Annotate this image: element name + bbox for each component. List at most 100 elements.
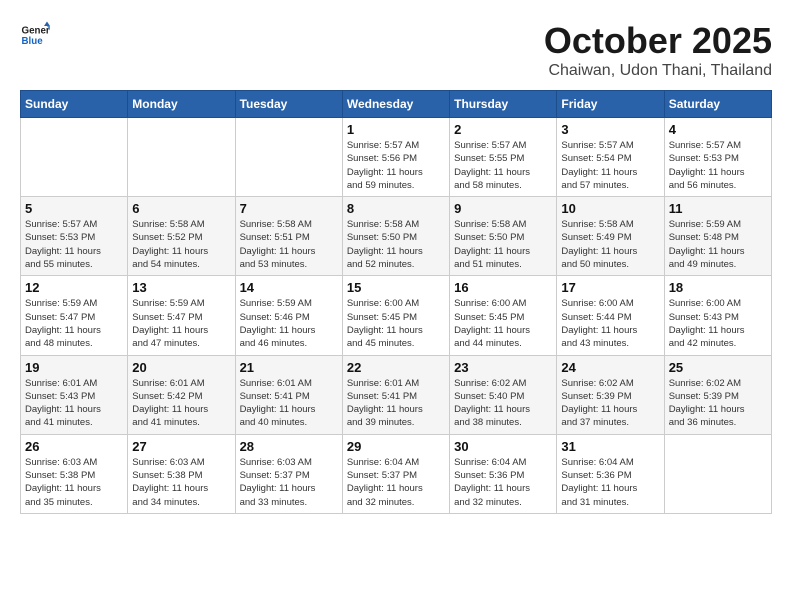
month-title: October 2025 bbox=[544, 20, 772, 62]
calendar-cell: 17Sunrise: 6:00 AM Sunset: 5:44 PM Dayli… bbox=[557, 276, 664, 355]
weekday-header-tuesday: Tuesday bbox=[235, 91, 342, 118]
day-number: 19 bbox=[25, 360, 123, 375]
day-info: Sunrise: 5:57 AM Sunset: 5:56 PM Dayligh… bbox=[347, 139, 445, 192]
logo-icon: General Blue bbox=[20, 20, 50, 50]
day-info: Sunrise: 5:59 AM Sunset: 5:47 PM Dayligh… bbox=[132, 297, 230, 350]
day-info: Sunrise: 5:59 AM Sunset: 5:47 PM Dayligh… bbox=[25, 297, 123, 350]
day-number: 5 bbox=[25, 201, 123, 216]
calendar-cell: 25 Sunrise: 6:02 AM Sunset: 5:39 PM Dayli… bbox=[664, 355, 771, 434]
page-header: General Blue General Blue October 2025 C… bbox=[20, 20, 772, 80]
week-row-1: 1 Sunrise: 5:57 AM Sunset: 5:56 PM Daylig… bbox=[21, 118, 772, 197]
title-block: October 2025 Chaiwan, Udon Thani, Thaila… bbox=[544, 20, 772, 80]
day-number: 3 bbox=[561, 122, 659, 137]
day-info: Sunrise: 5:58 AM Sunset: 5:49 PM Dayligh… bbox=[561, 218, 659, 271]
calendar-cell: 16 Sunrise: 6:00 AM Sunset: 5:45 PM Dayli… bbox=[450, 276, 557, 355]
day-info: Sunrise: 5:58 AM Sunset: 5:50 PM Dayligh… bbox=[454, 218, 552, 271]
calendar-cell: 4 Sunrise: 5:57 AM Sunset: 5:53 PM Daylig… bbox=[664, 118, 771, 197]
day-info: Sunrise: 6:00 AM Sunset: 5:43 PM Dayligh… bbox=[669, 297, 767, 350]
calendar-cell: 27 Sunrise: 6:03 AM Sunset: 5:38 PM Dayli… bbox=[128, 434, 235, 513]
day-number: 7 bbox=[240, 201, 338, 216]
day-number: 11 bbox=[669, 201, 767, 216]
calendar-cell bbox=[21, 118, 128, 197]
day-number: 8 bbox=[347, 201, 445, 216]
day-number: 30 bbox=[454, 439, 552, 454]
calendar-cell: 15 Sunrise: 6:00 AM Sunset: 5:45 PM Dayli… bbox=[342, 276, 449, 355]
day-info: Sunrise: 6:00 AM Sunset: 5:44 PM Dayligh… bbox=[561, 297, 659, 350]
weekday-header-friday: Friday bbox=[557, 91, 664, 118]
svg-text:General: General bbox=[22, 26, 51, 37]
day-number: 13 bbox=[132, 280, 230, 295]
day-number: 6 bbox=[132, 201, 230, 216]
day-info: Sunrise: 6:01 AM Sunset: 5:41 PM Dayligh… bbox=[347, 377, 445, 430]
day-info: Sunrise: 6:02 AM Sunset: 5:39 PM Dayligh… bbox=[669, 377, 767, 430]
day-number: 27 bbox=[132, 439, 230, 454]
day-number: 21 bbox=[240, 360, 338, 375]
calendar-cell: 14Sunrise: 5:59 AM Sunset: 5:46 PM Dayli… bbox=[235, 276, 342, 355]
day-number: 24 bbox=[561, 360, 659, 375]
week-row-3: 12Sunrise: 5:59 AM Sunset: 5:47 PM Dayli… bbox=[21, 276, 772, 355]
day-number: 20 bbox=[132, 360, 230, 375]
calendar-cell: 12Sunrise: 5:59 AM Sunset: 5:47 PM Dayli… bbox=[21, 276, 128, 355]
day-info: Sunrise: 5:59 AM Sunset: 5:48 PM Dayligh… bbox=[669, 218, 767, 271]
calendar-cell: 5 Sunrise: 5:57 AM Sunset: 5:53 PM Daylig… bbox=[21, 197, 128, 276]
weekday-header-sunday: Sunday bbox=[21, 91, 128, 118]
calendar-cell: 11 Sunrise: 5:59 AM Sunset: 5:48 PM Dayli… bbox=[664, 197, 771, 276]
day-info: Sunrise: 5:58 AM Sunset: 5:50 PM Dayligh… bbox=[347, 218, 445, 271]
day-info: Sunrise: 6:01 AM Sunset: 5:43 PM Dayligh… bbox=[25, 377, 123, 430]
calendar-cell: 22Sunrise: 6:01 AM Sunset: 5:41 PM Dayli… bbox=[342, 355, 449, 434]
day-number: 25 bbox=[669, 360, 767, 375]
calendar-cell: 30 Sunrise: 6:04 AM Sunset: 5:36 PM Dayli… bbox=[450, 434, 557, 513]
day-info: Sunrise: 5:58 AM Sunset: 5:51 PM Dayligh… bbox=[240, 218, 338, 271]
calendar-cell bbox=[128, 118, 235, 197]
day-info: Sunrise: 5:57 AM Sunset: 5:54 PM Dayligh… bbox=[561, 139, 659, 192]
day-number: 1 bbox=[347, 122, 445, 137]
calendar-cell bbox=[235, 118, 342, 197]
calendar-cell: 3 Sunrise: 5:57 AM Sunset: 5:54 PM Daylig… bbox=[557, 118, 664, 197]
weekday-header-thursday: Thursday bbox=[450, 91, 557, 118]
week-row-2: 5 Sunrise: 5:57 AM Sunset: 5:53 PM Daylig… bbox=[21, 197, 772, 276]
day-info: Sunrise: 6:02 AM Sunset: 5:39 PM Dayligh… bbox=[561, 377, 659, 430]
day-info: Sunrise: 5:57 AM Sunset: 5:53 PM Dayligh… bbox=[669, 139, 767, 192]
day-info: Sunrise: 6:00 AM Sunset: 5:45 PM Dayligh… bbox=[347, 297, 445, 350]
day-info: Sunrise: 5:57 AM Sunset: 5:53 PM Dayligh… bbox=[25, 218, 123, 271]
calendar-cell: 18Sunrise: 6:00 AM Sunset: 5:43 PM Dayli… bbox=[664, 276, 771, 355]
calendar-cell: 29 Sunrise: 6:04 AM Sunset: 5:37 PM Dayli… bbox=[342, 434, 449, 513]
day-info: Sunrise: 6:04 AM Sunset: 5:36 PM Dayligh… bbox=[561, 456, 659, 509]
day-number: 10 bbox=[561, 201, 659, 216]
calendar-cell: 9 Sunrise: 5:58 AM Sunset: 5:50 PM Daylig… bbox=[450, 197, 557, 276]
calendar-cell: 31 Sunrise: 6:04 AM Sunset: 5:36 PM Dayli… bbox=[557, 434, 664, 513]
day-number: 15 bbox=[347, 280, 445, 295]
day-info: Sunrise: 6:04 AM Sunset: 5:36 PM Dayligh… bbox=[454, 456, 552, 509]
day-info: Sunrise: 6:01 AM Sunset: 5:42 PM Dayligh… bbox=[132, 377, 230, 430]
day-info: Sunrise: 6:03 AM Sunset: 5:38 PM Dayligh… bbox=[132, 456, 230, 509]
calendar-cell: 8 Sunrise: 5:58 AM Sunset: 5:50 PM Daylig… bbox=[342, 197, 449, 276]
day-info: Sunrise: 6:04 AM Sunset: 5:37 PM Dayligh… bbox=[347, 456, 445, 509]
calendar-cell: 6 Sunrise: 5:58 AM Sunset: 5:52 PM Daylig… bbox=[128, 197, 235, 276]
weekday-header-monday: Monday bbox=[128, 91, 235, 118]
logo: General Blue General Blue bbox=[20, 20, 50, 50]
day-number: 4 bbox=[669, 122, 767, 137]
day-number: 9 bbox=[454, 201, 552, 216]
calendar-cell: 7 Sunrise: 5:58 AM Sunset: 5:51 PM Daylig… bbox=[235, 197, 342, 276]
weekday-header-saturday: Saturday bbox=[664, 91, 771, 118]
day-info: Sunrise: 6:03 AM Sunset: 5:37 PM Dayligh… bbox=[240, 456, 338, 509]
day-info: Sunrise: 5:58 AM Sunset: 5:52 PM Dayligh… bbox=[132, 218, 230, 271]
day-number: 16 bbox=[454, 280, 552, 295]
calendar-cell bbox=[664, 434, 771, 513]
day-info: Sunrise: 6:03 AM Sunset: 5:38 PM Dayligh… bbox=[25, 456, 123, 509]
calendar-cell: 24 Sunrise: 6:02 AM Sunset: 5:39 PM Dayli… bbox=[557, 355, 664, 434]
day-number: 23 bbox=[454, 360, 552, 375]
calendar-cell: 23Sunrise: 6:02 AM Sunset: 5:40 PM Dayli… bbox=[450, 355, 557, 434]
day-number: 2 bbox=[454, 122, 552, 137]
calendar-cell: 19 Sunrise: 6:01 AM Sunset: 5:43 PM Dayli… bbox=[21, 355, 128, 434]
day-info: Sunrise: 5:57 AM Sunset: 5:55 PM Dayligh… bbox=[454, 139, 552, 192]
calendar-cell: 2 Sunrise: 5:57 AM Sunset: 5:55 PM Daylig… bbox=[450, 118, 557, 197]
location-title: Chaiwan, Udon Thani, Thailand bbox=[544, 62, 772, 80]
calendar-cell: 26Sunrise: 6:03 AM Sunset: 5:38 PM Dayli… bbox=[21, 434, 128, 513]
day-info: Sunrise: 6:01 AM Sunset: 5:41 PM Dayligh… bbox=[240, 377, 338, 430]
day-info: Sunrise: 6:00 AM Sunset: 5:45 PM Dayligh… bbox=[454, 297, 552, 350]
week-row-4: 19 Sunrise: 6:01 AM Sunset: 5:43 PM Dayli… bbox=[21, 355, 772, 434]
day-number: 29 bbox=[347, 439, 445, 454]
day-number: 31 bbox=[561, 439, 659, 454]
calendar-cell: 13 Sunrise: 5:59 AM Sunset: 5:47 PM Dayli… bbox=[128, 276, 235, 355]
